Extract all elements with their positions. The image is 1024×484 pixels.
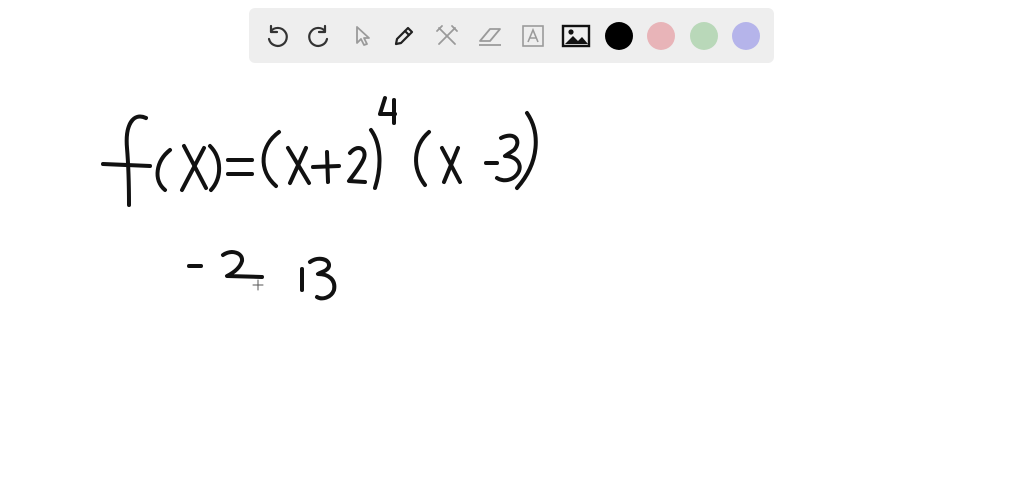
color-purple-swatch[interactable]: [732, 22, 760, 50]
pen-icon: [394, 26, 414, 46]
tools-icon: [436, 25, 458, 45]
color-red-swatch[interactable]: [647, 22, 675, 50]
pen-button[interactable]: [389, 21, 419, 51]
eraser-icon: [479, 28, 501, 46]
handwritten-ink: [101, 96, 538, 301]
image-icon: [561, 24, 591, 48]
eraser-button[interactable]: [475, 21, 505, 51]
image-button[interactable]: [561, 21, 591, 51]
select-button[interactable]: [347, 21, 377, 51]
undo-icon: [267, 24, 288, 48]
drawing-toolbar: [249, 8, 774, 63]
crosshair-cursor-icon: [252, 279, 264, 291]
undo-button[interactable]: [262, 21, 292, 51]
tools-button[interactable]: [432, 21, 462, 51]
color-green-swatch[interactable]: [690, 22, 718, 50]
select-pointer-icon: [356, 26, 370, 46]
color-black-swatch[interactable]: [605, 22, 633, 50]
whiteboard-app: [0, 0, 1024, 484]
roots-ink: [187, 250, 337, 301]
text-button[interactable]: [518, 21, 548, 51]
function-equation-ink: [101, 96, 538, 207]
redo-icon: [308, 24, 329, 48]
text-box-icon: [522, 25, 544, 47]
drawing-canvas[interactable]: [0, 70, 1024, 484]
redo-button[interactable]: [304, 21, 334, 51]
